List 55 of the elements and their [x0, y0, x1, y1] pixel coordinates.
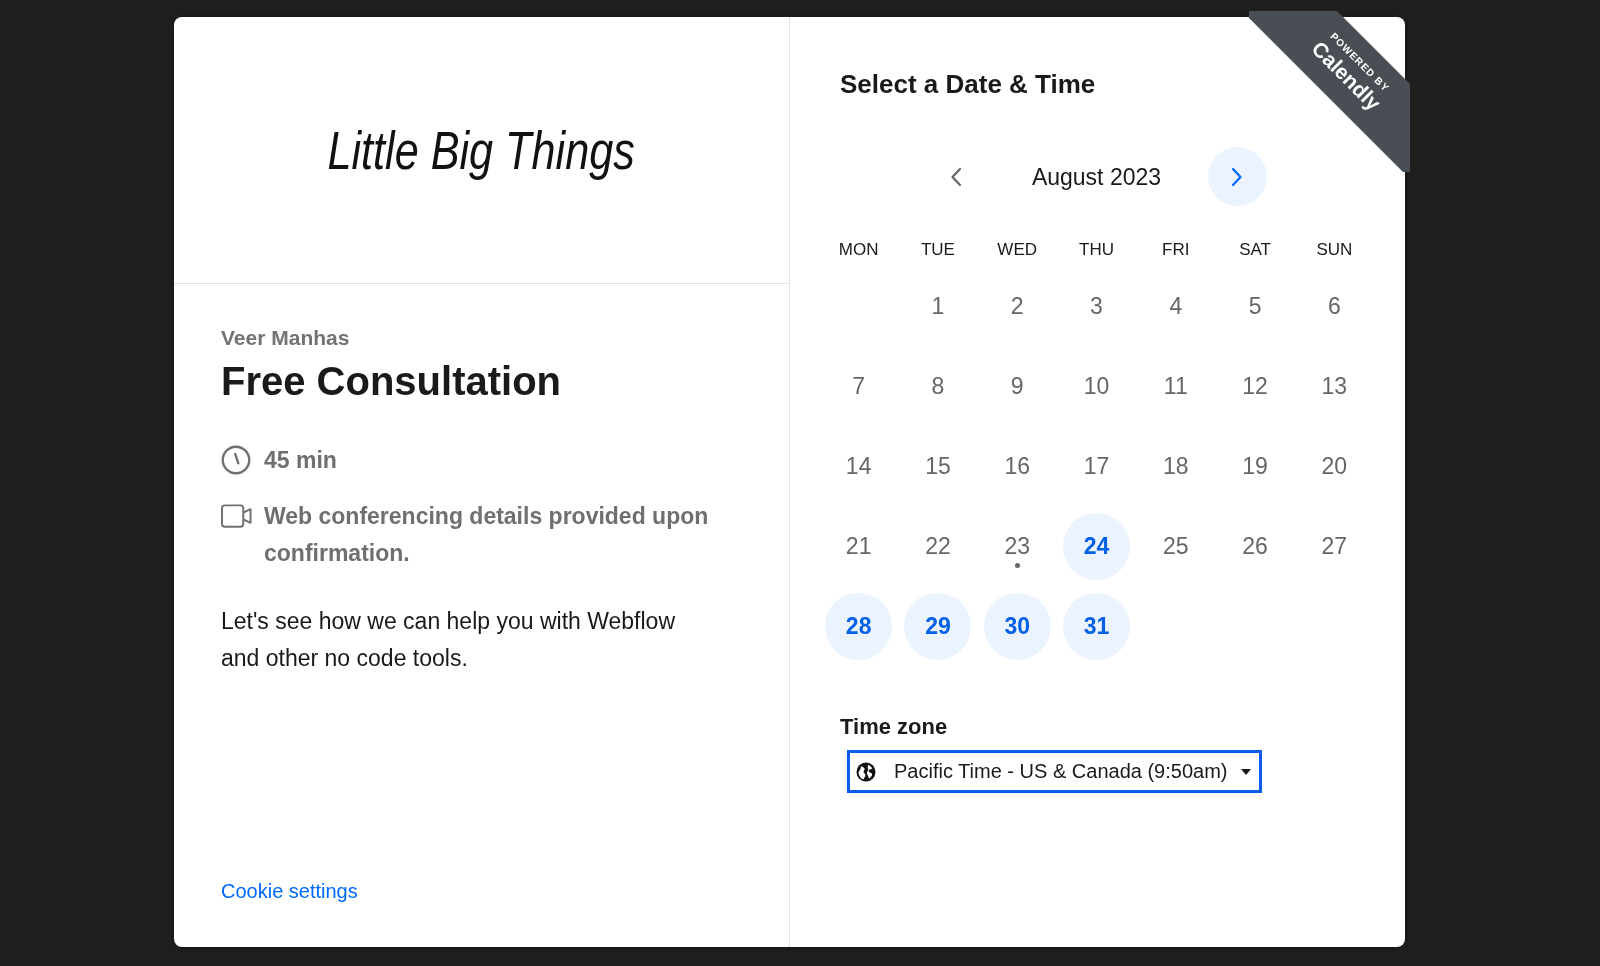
time-zone-dropdown[interactable]: Pacific Time - US & Canada (9:50am) [847, 750, 1262, 793]
chevron-left-icon [949, 166, 962, 187]
chevron-right-icon [1231, 166, 1244, 187]
calendar-day: 23 [1004, 533, 1030, 559]
weekday-label: SAT [1239, 240, 1271, 260]
globe-icon [856, 761, 876, 782]
available-day-button[interactable]: 31 [1063, 592, 1130, 660]
calendar-day: 5 [1248, 293, 1262, 319]
detail-text: Web conferencing details provided upon confirmation. [264, 502, 710, 568]
section-title: Select a Date & Time [840, 68, 1096, 100]
available-day-button[interactable]: 28 [825, 592, 893, 660]
calendar-day: 8 [931, 373, 945, 399]
calendar-day: 11 [1163, 373, 1188, 399]
cookie-settings-link[interactable]: Cookie settings [221, 879, 358, 903]
month-label: August 2023 [1031, 162, 1162, 191]
calendar-day: 14 [845, 453, 872, 479]
weekday-label: SUN [1316, 240, 1353, 260]
calendar-day: 18 [1163, 453, 1189, 479]
available-day-button[interactable]: 30 [983, 592, 1051, 660]
calendar-day: 17 [1083, 453, 1110, 479]
calendar-day: 4 [1169, 293, 1183, 319]
available-day-button[interactable]: 29 [904, 592, 972, 660]
calendar-day: 12 [1242, 373, 1268, 399]
calendar-day: 25 [1163, 533, 1189, 559]
clock-icon [221, 445, 251, 475]
event-description: Let's see how we can help you with Webflow and other no code tools. [221, 607, 676, 673]
caret-down-icon [1241, 768, 1251, 775]
calendar-day: 1 [931, 293, 945, 319]
detail-text: 45 min [264, 446, 337, 475]
calendar-day: 22 [925, 533, 951, 559]
calendar-day: 6 [1327, 293, 1341, 319]
calendar-day: 3 [1090, 293, 1103, 319]
weekday-label: FRI [1162, 240, 1190, 260]
calendar-day: 19 [1242, 453, 1268, 479]
calendar-day: 26 [1242, 533, 1268, 559]
event-title: Free Consultation [221, 358, 562, 404]
weekday-label: MON [838, 240, 879, 260]
calendar-day: 10 [1083, 373, 1110, 399]
calendar-day: 15 [925, 453, 951, 479]
video-camera-icon [221, 504, 252, 528]
logo-text: Little Big Things [327, 119, 636, 181]
calendar-day: 7 [852, 373, 866, 399]
calendar-day: 2 [1010, 293, 1024, 319]
weekday-label: TUE [920, 240, 955, 260]
time-zone-label: Time zone [840, 714, 948, 740]
calendar-day: 16 [1004, 453, 1030, 479]
calendar-day: 20 [1321, 453, 1348, 479]
weekday-label: WED [997, 240, 1038, 260]
available-day-button[interactable]: 24 [1063, 512, 1130, 580]
calendar-day: 27 [1321, 533, 1348, 559]
calendar-day: 9 [1010, 373, 1024, 399]
host-name: Veer Manhas [221, 326, 350, 350]
calendar-day: 21 [845, 533, 872, 559]
weekday-label: THU [1079, 240, 1114, 260]
calendar-day: 13 [1321, 373, 1348, 399]
